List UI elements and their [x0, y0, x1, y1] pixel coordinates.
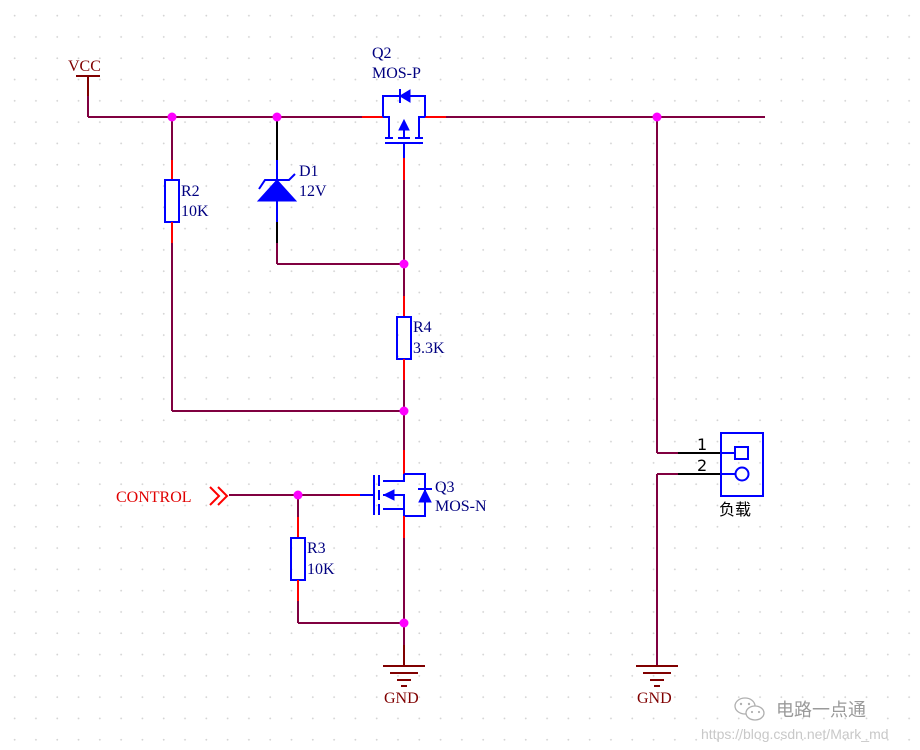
q3-body-diode-icon [418, 488, 432, 503]
pin2-circle-icon [734, 466, 750, 482]
watermark: 电路一点通 https://blog.csdn.net/Mark_md [701, 697, 889, 742]
q2-value: MOS-P [372, 65, 421, 82]
junction-dot [399, 618, 409, 628]
gnd-right-label: GND [637, 690, 672, 707]
r4-resistor[interactable]: R4 3.3K [396, 264, 445, 411]
r2-designator: R2 [181, 183, 200, 200]
load-pin1-number: 1 [697, 435, 707, 454]
junctions [167, 112, 662, 628]
watermark-url: https://blog.csdn.net/Mark_md [701, 726, 889, 742]
vcc-power-port: VCC [68, 58, 101, 96]
q3-arrow-icon [382, 489, 395, 501]
d1-designator: D1 [299, 163, 319, 180]
q2-arrow-icon [398, 118, 410, 131]
q2-body-diode-icon [399, 89, 411, 103]
junction-dot [652, 112, 662, 122]
q3-nmos[interactable]: Q3 MOS-N [340, 450, 487, 538]
r3-resistor[interactable]: R3 10K [290, 495, 404, 624]
q2-designator: Q2 [372, 45, 392, 62]
d1-zener-diode[interactable]: D1 12V [256, 117, 404, 265]
load-wiring [656, 117, 721, 666]
gnd-right-power-port: GND [636, 665, 678, 707]
pin1-square-icon [734, 446, 749, 460]
load-pin2-number: 2 [697, 456, 707, 475]
r3-value: 10K [307, 561, 335, 578]
gnd-left-label: GND [384, 690, 419, 707]
junction-dot [399, 259, 409, 269]
r4-designator: R4 [413, 319, 432, 336]
junction-dot [167, 112, 177, 122]
r2-value: 10K [181, 203, 209, 220]
gnd-left-power-port: GND [383, 645, 425, 707]
load-connector[interactable]: 1 2 负载 [697, 432, 764, 519]
vcc-label: VCC [68, 58, 101, 75]
r3-designator: R3 [307, 540, 326, 557]
control-label: CONTROL [116, 489, 192, 506]
schematic: VCC Q2 MOS-P R2 10K D1 12V R4 3.3K Q3 MO… [68, 45, 889, 742]
q3-value: MOS-N [435, 498, 487, 515]
junction-dot [272, 112, 282, 122]
watermark-brand: 电路一点通 [776, 700, 866, 721]
d1-value: 12V [299, 183, 327, 200]
load-label: 负载 [719, 500, 751, 519]
r2-resistor[interactable]: R2 10K [164, 117, 209, 411]
r4-value: 3.3K [413, 340, 445, 357]
top-rail-wire [87, 96, 765, 118]
control-port[interactable]: CONTROL [116, 486, 340, 506]
q3-designator: Q3 [435, 479, 455, 496]
wechat-icon [734, 697, 765, 721]
q2-pmos[interactable]: Q2 MOS-P [372, 45, 426, 180]
junction-dot [399, 406, 409, 416]
junction-dot [293, 490, 303, 500]
